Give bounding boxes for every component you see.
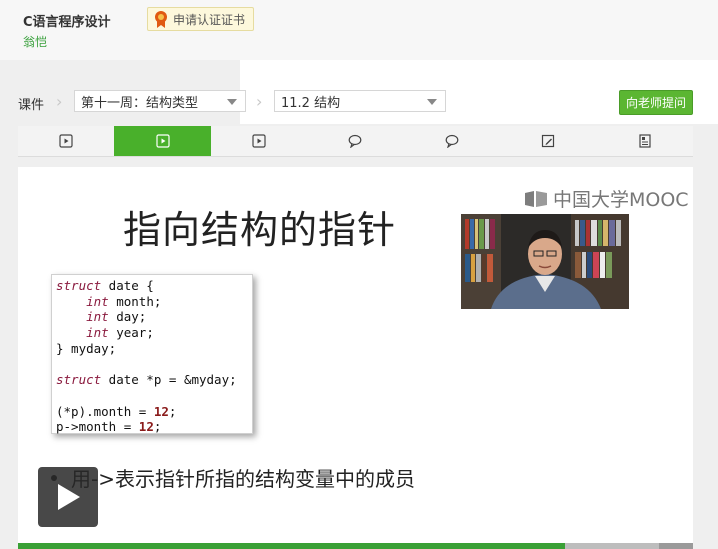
chevron-down-icon	[427, 99, 437, 105]
apply-certificate-button[interactable]: 申请认证证书	[147, 7, 255, 31]
tab-video-3[interactable]	[211, 126, 307, 156]
slide-title: 指向结构的指针	[123, 208, 397, 252]
code-line: } myday;	[56, 340, 117, 356]
code-line: struct date {	[56, 278, 154, 293]
tab-discussion-1[interactable]	[307, 126, 403, 156]
video-icon	[156, 134, 170, 148]
video-player[interactable]: 中国大学MOOC 指向结构的指针 struct date { int month…	[18, 167, 693, 549]
course-header: C语言程序设计 翁恺 申请认证证书	[0, 0, 718, 60]
unit-tabbar	[18, 126, 693, 157]
buffer-fill	[565, 543, 659, 549]
certificate-icon	[155, 11, 167, 28]
lecturer-video	[461, 214, 629, 309]
lecturer-video-frame	[461, 214, 629, 309]
course-title[interactable]: C语言程序设计	[23, 11, 111, 30]
tab-discussion-2[interactable]	[404, 126, 500, 156]
progress-fill	[18, 543, 565, 549]
quiz-icon	[542, 134, 555, 148]
discussion-icon	[349, 134, 362, 148]
ask-teacher-button[interactable]: 向老师提问	[619, 90, 693, 115]
code-line: p->month = 12;	[56, 419, 162, 435]
code-line: int year;	[86, 325, 154, 341]
teacher-name[interactable]: 翁恺	[23, 33, 47, 50]
tab-document[interactable]	[597, 126, 693, 156]
certificate-label: 申请认证证书	[173, 12, 246, 27]
lesson-select[interactable]: 11.2 结构	[274, 90, 446, 112]
video-icon	[252, 134, 266, 148]
slide-bullet-text: 用->表示指针所指的结构变量中的成员	[71, 467, 415, 491]
tab-video-2[interactable]	[114, 126, 211, 156]
mooc-logo-icon	[525, 190, 547, 207]
discussion-icon	[445, 134, 459, 148]
tab-video-1[interactable]	[18, 126, 114, 156]
slide-bullet: 用->表示指针所指的结构变量中的成员	[51, 463, 415, 492]
week-select-value: 第十一周：结构类型	[81, 95, 199, 111]
lesson-select-value: 11.2 结构	[281, 95, 341, 111]
code-line: struct date *p = &myday;	[56, 372, 237, 388]
mooc-logo-text: 中国大学MOOC	[553, 189, 689, 211]
breadcrumb-root[interactable]: 课件	[18, 94, 44, 113]
mooc-logo: 中国大学MOOC	[523, 185, 689, 212]
video-icon	[59, 134, 73, 148]
tab-quiz[interactable]	[500, 126, 596, 156]
code-line: int day;	[86, 309, 147, 325]
progress-bar[interactable]	[18, 543, 693, 549]
code-block: struct date { int month; int day; int ye…	[51, 274, 253, 434]
breadcrumb-chevron-icon: ›	[256, 92, 263, 111]
breadcrumb-chevron-icon: ›	[56, 92, 63, 111]
code-line: (*p).month = 12;	[56, 403, 177, 419]
document-icon	[639, 134, 651, 148]
code-line: int month;	[86, 293, 162, 309]
play-button[interactable]	[38, 467, 98, 527]
chevron-down-icon	[227, 99, 237, 105]
week-select[interactable]: 第十一周：结构类型	[74, 90, 246, 112]
play-icon	[58, 484, 80, 510]
